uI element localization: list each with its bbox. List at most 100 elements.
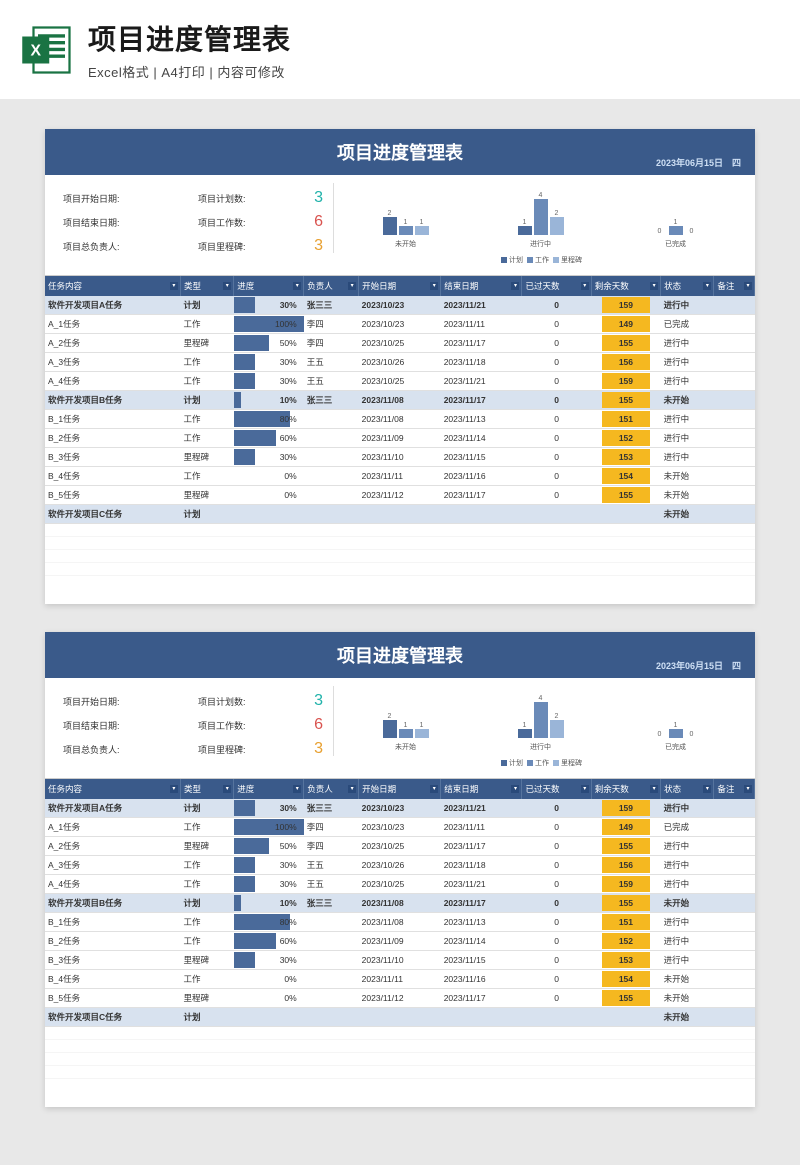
filter-dropdown-icon[interactable]: ▾ — [430, 282, 438, 290]
column-header[interactable]: 类型▾ — [180, 276, 233, 296]
table-row[interactable]: 软件开发项目C任务计划未开始 — [45, 1008, 755, 1027]
table-row[interactable]: B_5任务里程碑0%2023/11/122023/11/170155未开始 — [45, 486, 755, 505]
owner-label: 项目总负责人: — [63, 743, 183, 756]
table-cell: 软件开发项目C任务 — [45, 1008, 180, 1027]
table-cell: 2023/11/11 — [441, 315, 522, 334]
spreadsheet-sheet: 项目进度管理表 2023年06月15日 四 项目开始日期: 项目计划数: 3 项… — [45, 129, 755, 604]
table-cell: B_4任务 — [45, 467, 180, 486]
table-cell: 2023/10/23 — [359, 315, 441, 334]
table-row[interactable]: A_2任务里程碑50%李四2023/10/252023/11/170155进行中 — [45, 334, 755, 353]
work-count: 6 — [293, 716, 323, 734]
table-cell: 进行中 — [661, 353, 714, 372]
table-cell: 0 — [522, 799, 591, 818]
table-row[interactable]: B_1任务工作80%2023/11/082023/11/130151进行中 — [45, 913, 755, 932]
table-row[interactable]: 软件开发项目C任务计划未开始 — [45, 505, 755, 524]
table-row[interactable]: B_2任务工作60%2023/11/092023/11/140152进行中 — [45, 932, 755, 951]
column-header[interactable]: 结束日期▾ — [441, 779, 522, 799]
filter-dropdown-icon[interactable]: ▾ — [430, 785, 438, 793]
table-row[interactable]: A_2任务里程碑50%李四2023/10/252023/11/170155进行中 — [45, 837, 755, 856]
table-cell: A_1任务 — [45, 818, 180, 837]
column-header[interactable]: 任务内容▾ — [45, 779, 180, 799]
column-header[interactable]: 状态▾ — [661, 276, 714, 296]
table-row[interactable]: 软件开发项目A任务计划30%张三三2023/10/232023/11/21015… — [45, 296, 755, 315]
filter-dropdown-icon[interactable]: ▾ — [223, 282, 231, 290]
table-row[interactable]: A_4任务工作30%王五2023/10/252023/11/210159进行中 — [45, 875, 755, 894]
table-cell: 2023/11/10 — [359, 951, 441, 970]
table-row[interactable]: A_4任务工作30%王五2023/10/252023/11/210159进行中 — [45, 372, 755, 391]
spreadsheet-sheet: 项目进度管理表 2023年06月15日 四 项目开始日期: 项目计划数: 3 项… — [45, 632, 755, 1107]
filter-dropdown-icon[interactable]: ▾ — [170, 785, 178, 793]
table-row[interactable]: A_1任务工作100%李四2023/10/232023/11/110149已完成 — [45, 315, 755, 334]
table-cell: B_2任务 — [45, 429, 180, 448]
table-row[interactable]: B_5任务里程碑0%2023/11/122023/11/170155未开始 — [45, 989, 755, 1008]
filter-dropdown-icon[interactable]: ▾ — [581, 282, 589, 290]
owner-label: 项目总负责人: — [63, 240, 183, 253]
table-row[interactable]: A_1任务工作100%李四2023/10/232023/11/110149已完成 — [45, 818, 755, 837]
column-header[interactable]: 任务内容▾ — [45, 276, 180, 296]
column-header[interactable]: 已过天数▾ — [522, 276, 591, 296]
table-cell: 未开始 — [661, 894, 714, 913]
table-row[interactable]: B_4任务工作0%2023/11/112023/11/160154未开始 — [45, 970, 755, 989]
milestone-count-label: 项目里程碑: — [198, 743, 278, 756]
table-row[interactable]: 软件开发项目A任务计划30%张三三2023/10/232023/11/21015… — [45, 799, 755, 818]
table-cell: 2023/11/17 — [441, 391, 522, 410]
filter-dropdown-icon[interactable]: ▾ — [170, 282, 178, 290]
filter-dropdown-icon[interactable]: ▾ — [511, 785, 519, 793]
table-cell: 155 — [591, 989, 660, 1008]
table-row[interactable]: 软件开发项目B任务计划10%张三三2023/11/082023/11/17015… — [45, 391, 755, 410]
end-date-label: 项目结束日期: — [63, 719, 183, 732]
filter-dropdown-icon[interactable]: ▾ — [703, 282, 711, 290]
table-cell: 李四 — [304, 818, 359, 837]
table-cell: 李四 — [304, 837, 359, 856]
table-cell — [304, 505, 359, 524]
column-header[interactable]: 负责人▾ — [304, 779, 359, 799]
filter-dropdown-icon[interactable]: ▾ — [511, 282, 519, 290]
table-cell — [304, 932, 359, 951]
column-header[interactable]: 开始日期▾ — [359, 779, 441, 799]
column-header[interactable]: 备注▾ — [714, 779, 755, 799]
table-row[interactable]: A_3任务工作30%王五2023/10/262023/11/180156进行中 — [45, 353, 755, 372]
summary-section: 项目开始日期: 项目计划数: 3 项目结束日期: 项目工作数: 6 项目总负责人… — [45, 175, 755, 276]
table-cell: 软件开发项目B任务 — [45, 894, 180, 913]
table-row[interactable]: B_3任务里程碑30%2023/11/102023/11/150153进行中 — [45, 951, 755, 970]
table-body: 软件开发项目A任务计划30%张三三2023/10/232023/11/21015… — [45, 296, 755, 524]
column-header[interactable]: 开始日期▾ — [359, 276, 441, 296]
column-header[interactable]: 负责人▾ — [304, 276, 359, 296]
column-header[interactable]: 状态▾ — [661, 779, 714, 799]
column-header[interactable]: 进度▾ — [234, 276, 304, 296]
table-cell: 2023/10/23 — [359, 818, 441, 837]
filter-dropdown-icon[interactable]: ▾ — [348, 282, 356, 290]
table-row[interactable]: A_3任务工作30%王五2023/10/262023/11/180156进行中 — [45, 856, 755, 875]
filter-dropdown-icon[interactable]: ▾ — [650, 785, 658, 793]
table-cell — [304, 951, 359, 970]
filter-dropdown-icon[interactable]: ▾ — [223, 785, 231, 793]
filter-dropdown-icon[interactable]: ▾ — [293, 282, 301, 290]
column-header[interactable]: 剩余天数▾ — [591, 276, 660, 296]
table-row[interactable]: B_3任务里程碑30%2023/11/102023/11/150153进行中 — [45, 448, 755, 467]
table-cell: 2023/11/10 — [359, 448, 441, 467]
table-cell: 里程碑 — [180, 448, 233, 467]
column-header[interactable]: 已过天数▾ — [522, 779, 591, 799]
column-header[interactable]: 进度▾ — [234, 779, 304, 799]
table-row[interactable]: B_1任务工作80%2023/11/082023/11/130151进行中 — [45, 410, 755, 429]
filter-dropdown-icon[interactable]: ▾ — [650, 282, 658, 290]
filter-dropdown-icon[interactable]: ▾ — [744, 282, 752, 290]
filter-dropdown-icon[interactable]: ▾ — [348, 785, 356, 793]
column-header[interactable]: 类型▾ — [180, 779, 233, 799]
filter-dropdown-icon[interactable]: ▾ — [581, 785, 589, 793]
filter-dropdown-icon[interactable]: ▾ — [703, 785, 711, 793]
column-header[interactable]: 剩余天数▾ — [591, 779, 660, 799]
table-cell: 计划 — [180, 391, 233, 410]
column-header[interactable]: 结束日期▾ — [441, 276, 522, 296]
filter-dropdown-icon[interactable]: ▾ — [744, 785, 752, 793]
filter-dropdown-icon[interactable]: ▾ — [293, 785, 301, 793]
table-row[interactable]: B_2任务工作60%2023/11/092023/11/140152进行中 — [45, 429, 755, 448]
table-cell: 30% — [234, 296, 304, 315]
milestone-count: 3 — [293, 237, 323, 255]
summary-section: 项目开始日期: 项目计划数: 3 项目结束日期: 项目工作数: 6 项目总负责人… — [45, 678, 755, 779]
table-cell: 进行中 — [661, 372, 714, 391]
table-row[interactable]: 软件开发项目B任务计划10%张三三2023/11/082023/11/17015… — [45, 894, 755, 913]
table-cell: 已完成 — [661, 818, 714, 837]
table-row[interactable]: B_4任务工作0%2023/11/112023/11/160154未开始 — [45, 467, 755, 486]
column-header[interactable]: 备注▾ — [714, 276, 755, 296]
